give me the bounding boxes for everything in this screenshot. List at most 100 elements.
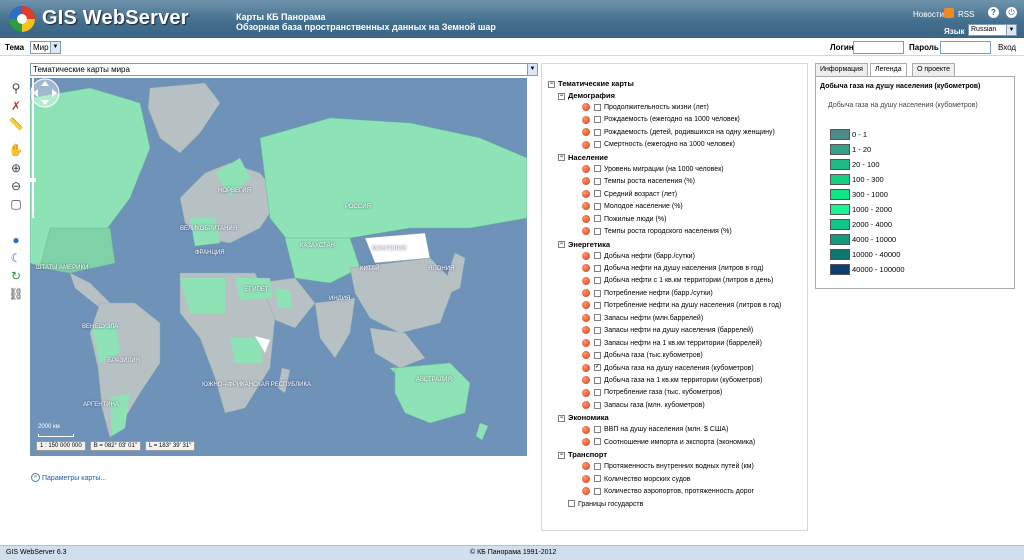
layer-item[interactable]: Запасы нефти на 1 кв.км территории (барр… xyxy=(582,338,762,350)
globe-icon[interactable]: ● xyxy=(8,232,24,248)
layer-checkbox[interactable] xyxy=(594,215,601,223)
layer-checkbox[interactable] xyxy=(594,401,601,409)
password-input[interactable] xyxy=(940,41,991,54)
layer-checkbox[interactable] xyxy=(594,190,601,198)
layer-item[interactable]: Рождаемость (ежегодно на 1000 человек) xyxy=(582,114,740,126)
layer-item[interactable]: Соотношение импорта и экспорта (экономик… xyxy=(582,437,755,449)
ruler-icon[interactable]: 📏 xyxy=(8,116,24,132)
power-icon[interactable]: ⏻ xyxy=(1006,7,1017,18)
layer-item[interactable]: Потребление газа (тыс. кубометров) xyxy=(582,387,722,399)
map-view[interactable]: НОРВЕГИЯ РОССИЯ ВЕЛИКОБРИТАНИЯ КАЗАХСТАН… xyxy=(30,78,527,456)
layer-checkbox[interactable] xyxy=(594,376,601,384)
tree-group[interactable]: − Демография xyxy=(558,90,615,102)
layer-checkbox[interactable] xyxy=(594,103,601,111)
layer-checkbox[interactable] xyxy=(594,289,601,297)
layer-checkbox[interactable]: ✓ xyxy=(594,364,601,372)
layer-item[interactable]: Добыча нефти (барр./сутки) xyxy=(582,251,695,263)
layer-item[interactable]: Запасы газа (млн. кубометров) xyxy=(582,400,705,412)
tab-info[interactable]: Информация xyxy=(815,63,868,76)
layer-checkbox[interactable] xyxy=(568,500,575,508)
tree-root[interactable]: − Тематические карты xyxy=(548,78,634,90)
layer-checkbox[interactable] xyxy=(594,252,601,260)
layer-item-borders[interactable]: Границы государств xyxy=(568,499,643,511)
layer-item[interactable]: Пожилые люди (%) xyxy=(582,214,666,226)
layer-checkbox[interactable] xyxy=(594,264,601,272)
layer-item[interactable]: Смертность (ежегодно на 1000 человек) xyxy=(582,139,735,151)
layer-checkbox[interactable] xyxy=(594,227,601,235)
layer-checkbox[interactable] xyxy=(594,128,601,136)
login-input[interactable] xyxy=(853,41,904,54)
rss-icon[interactable] xyxy=(944,8,954,18)
layer-checkbox[interactable] xyxy=(594,277,601,285)
layer-item[interactable]: Продолжительность жизни (лет) xyxy=(582,102,709,114)
collapse-icon[interactable]: − xyxy=(558,92,565,100)
collapse-icon[interactable]: − xyxy=(558,241,565,249)
layer-item[interactable]: Добыча газа (тыс.кубометров) xyxy=(582,350,703,362)
layer-item[interactable]: Средний возраст (лет) xyxy=(582,189,677,201)
expand-icon[interactable]: » xyxy=(31,473,40,482)
layer-checkbox[interactable] xyxy=(594,314,601,322)
tree-group[interactable]: − Энергетика xyxy=(558,239,610,251)
layer-checkbox[interactable] xyxy=(594,116,601,124)
layer-checkbox[interactable] xyxy=(594,351,601,359)
layer-checkbox[interactable] xyxy=(594,487,601,495)
layer-checkbox[interactable] xyxy=(594,141,601,148)
zoom-in-icon[interactable]: ⊕ xyxy=(8,160,24,176)
tree-group[interactable]: − Население xyxy=(558,152,608,164)
help-icon[interactable]: ? xyxy=(988,7,999,18)
layer-checkbox[interactable] xyxy=(594,339,601,347)
layer-item[interactable]: Потребление нефти на душу населения (лит… xyxy=(582,300,781,312)
tree-group[interactable]: − Экономика xyxy=(558,412,609,424)
layer-item[interactable]: Количество морских судов xyxy=(582,474,691,486)
layer-item[interactable]: Добыча нефти с 1 кв.км территории (литро… xyxy=(582,275,773,287)
layer-checkbox[interactable] xyxy=(594,462,601,470)
collapse-icon[interactable]: − xyxy=(558,154,565,162)
map-params-link[interactable]: Параметры карты... xyxy=(42,475,106,482)
layer-item[interactable]: Запасы нефти на душу населения (баррелей… xyxy=(582,325,753,337)
moon-icon[interactable]: ☾ xyxy=(8,250,24,266)
layer-checkbox[interactable] xyxy=(594,389,601,397)
language-select[interactable]: Russian ▼ xyxy=(968,24,1017,36)
zoom-slider[interactable] xyxy=(30,78,36,218)
layer-item[interactable]: Добыча нефти на душу населения (литров в… xyxy=(582,263,764,275)
layer-label: Добыча нефти (барр./сутки) xyxy=(604,252,695,260)
tab-about[interactable]: О проекте xyxy=(912,63,956,76)
binoculars-icon[interactable]: ⚲ xyxy=(8,80,24,96)
layer-checkbox[interactable] xyxy=(594,426,601,433)
tab-legend[interactable]: Легенда xyxy=(870,63,907,77)
zoom-out-icon[interactable]: ⊖ xyxy=(8,178,24,194)
layer-checkbox[interactable] xyxy=(594,438,601,446)
login-link[interactable]: Вход xyxy=(998,43,1016,52)
news-link[interactable]: Новости xyxy=(913,10,944,19)
layer-item[interactable]: Добыча газа на 1 кв.км территории (кубом… xyxy=(582,375,762,387)
pan-hand-icon[interactable]: ✋ xyxy=(8,142,24,158)
refresh-icon[interactable]: ↻ xyxy=(8,268,24,284)
layer-item[interactable]: Рождаемость (детей, родившихся на одну ж… xyxy=(582,127,775,139)
layer-checkbox[interactable] xyxy=(594,202,601,210)
tree-group[interactable]: − Транспорт xyxy=(558,449,607,461)
layer-checkbox[interactable] xyxy=(594,301,601,309)
layer-checkbox[interactable] xyxy=(594,165,601,173)
layer-checkbox[interactable] xyxy=(594,177,601,185)
map-theme-select[interactable]: Тематические карты мира ▼ xyxy=(30,63,538,76)
layer-item[interactable]: ВВП на душу населения (млн. $ США) xyxy=(582,424,728,436)
layer-item[interactable]: Темпы роста населения (%) xyxy=(582,176,695,188)
layer-item[interactable]: Уровень миграции (на 1000 человек) xyxy=(582,164,724,176)
layer-item[interactable]: Темпы роста городского населения (%) xyxy=(582,226,732,238)
link-icon[interactable]: ⛓ xyxy=(8,286,24,302)
no-edit-icon[interactable]: ✗ xyxy=(8,98,24,114)
layer-item[interactable]: Молодое население (%) xyxy=(582,201,683,213)
layer-item[interactable]: Потребление нефти (барр./сутки) xyxy=(582,288,713,300)
layer-checkbox[interactable] xyxy=(594,326,601,334)
collapse-icon[interactable]: − xyxy=(558,451,565,459)
layer-checkbox[interactable] xyxy=(594,475,601,483)
layer-item[interactable]: Запасы нефти (млн.баррелей) xyxy=(582,313,703,325)
layer-item[interactable]: Количество аэропортов, протяженность дор… xyxy=(582,486,754,498)
collapse-icon[interactable]: − xyxy=(548,80,555,88)
select-rect-icon[interactable]: ▢ xyxy=(8,196,24,212)
theme-select[interactable]: Мир ▼ xyxy=(30,41,61,54)
layer-item[interactable]: ✓ Добыча газа на душу населения (кубометр… xyxy=(582,363,754,375)
layer-item[interactable]: Протяженность внутренних водных путей (к… xyxy=(582,461,754,473)
collapse-icon[interactable]: − xyxy=(558,414,565,422)
rss-link[interactable]: RSS xyxy=(958,10,974,19)
